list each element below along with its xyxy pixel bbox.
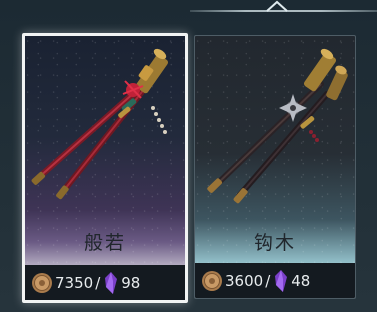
- coin-cost: 7350: [55, 273, 94, 292]
- coin-cost: 3600: [225, 271, 264, 290]
- weapon-card-2[interactable]: 钩木 3600 / 48: [194, 35, 356, 299]
- purple-crystal-icon: [105, 271, 118, 294]
- coin-icon: [32, 272, 52, 293]
- crimson-pole-weapon-icon: [31, 48, 169, 200]
- gem-cost: 48: [291, 271, 311, 290]
- purple-crystal-icon: [275, 269, 288, 292]
- weapon-name: 般若: [83, 232, 126, 254]
- gem-cost: 98: [121, 273, 141, 292]
- price-row: 7350 / 98: [25, 265, 185, 300]
- collapse-chevron-icon[interactable]: [265, 0, 289, 12]
- coin-icon: [202, 270, 222, 291]
- weapon-name: 钩木: [253, 232, 296, 254]
- weapon-card-1[interactable]: 般若 7350 / 98: [22, 33, 188, 303]
- dark-pole-weapon-icon: [207, 48, 348, 204]
- cost-separator: /: [265, 271, 271, 290]
- price-row: 3600 / 48: [195, 263, 355, 298]
- cost-separator: /: [95, 273, 101, 292]
